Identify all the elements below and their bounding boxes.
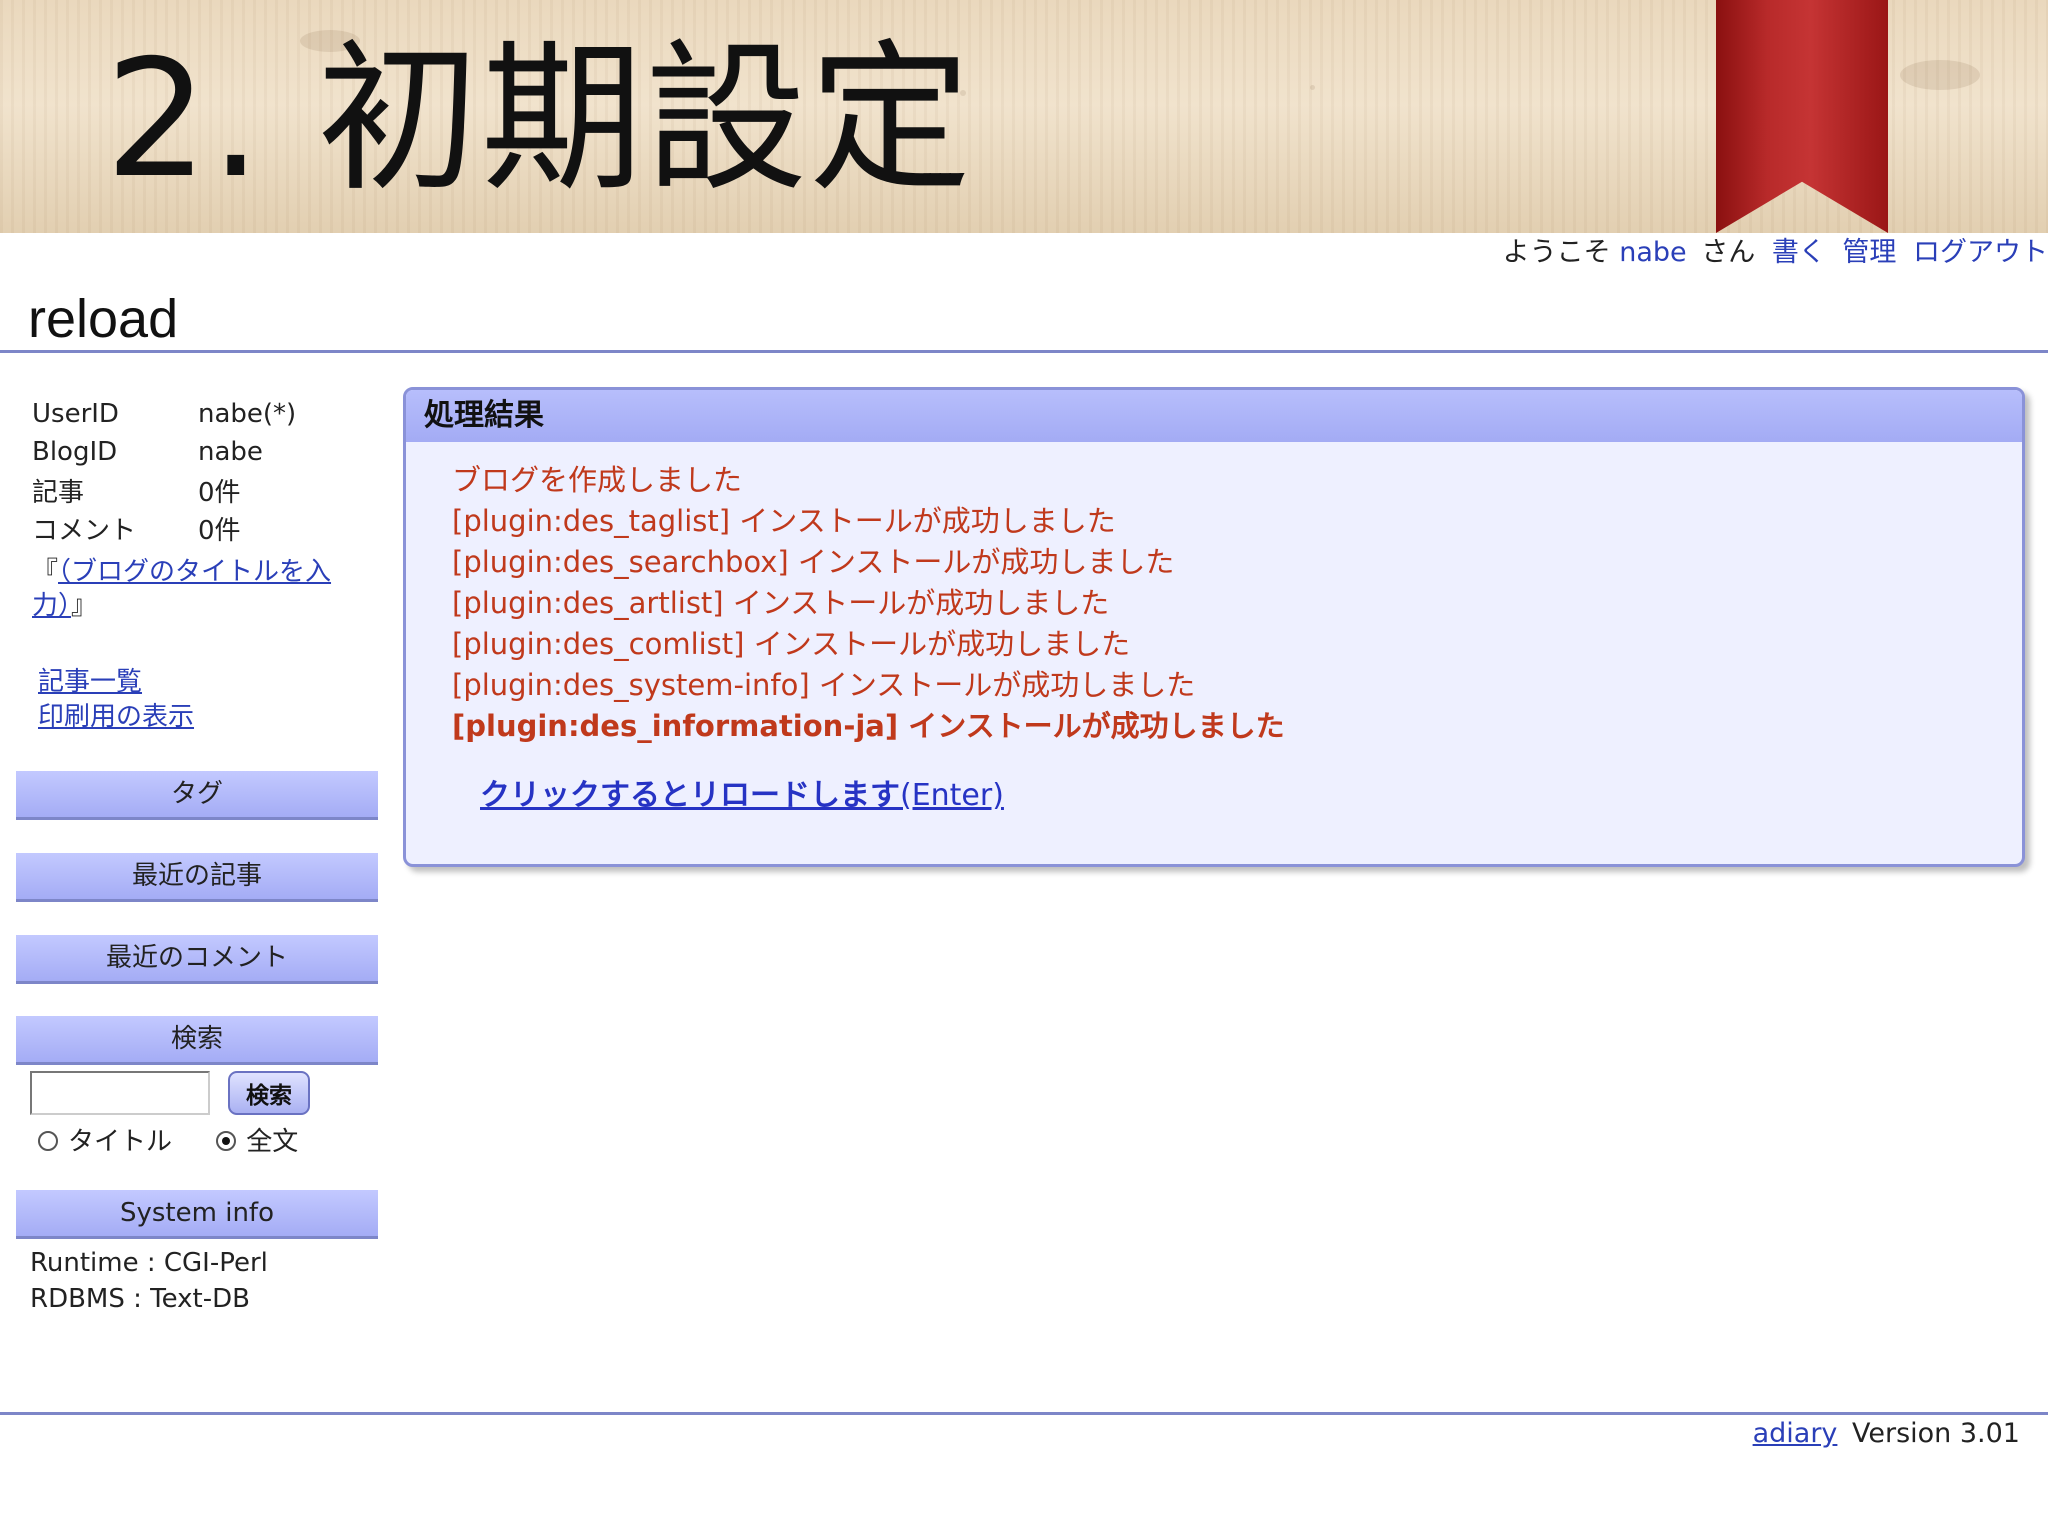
result-message: [plugin:des_comlist] インストールが成功しました [452, 627, 1131, 661]
result-message: [plugin:des_system-info] インストールが成功しました [452, 668, 1196, 702]
info-value: 0件 [198, 515, 241, 546]
blog-name: 『（ブログのタイトルを入力）』 [32, 555, 372, 623]
system-info: Runtime : CGI-Perl RDBMS : Text-DB [30, 1245, 268, 1317]
info-row: BlogID nabe [32, 433, 296, 471]
admin-link[interactable]: 管理 [1842, 237, 1896, 268]
search-input[interactable] [30, 1071, 210, 1115]
result-message: ブログを作成しました [452, 463, 743, 497]
user-bar: ようこそ nabe さん 書く 管理 ログアウト [1495, 230, 2048, 269]
recent-comments-heading[interactable]: 最近のコメント [16, 935, 378, 984]
radio-fulltext-icon[interactable] [216, 1130, 237, 1151]
radio-fulltext-option[interactable]: 全文 [216, 1127, 298, 1157]
slide-banner: 2. 初期設定 [0, 0, 2048, 233]
result-message: [plugin:des_searchbox] インストールが成功しました [452, 545, 1175, 579]
footer-divider [0, 1412, 2048, 1415]
sidebar-links: 記事一覧 印刷用の表示 [38, 665, 194, 735]
bookmark-ribbon [1716, 0, 1888, 233]
info-row: UserID nabe(*) [32, 395, 296, 433]
info-value: nabe(*) [198, 399, 297, 429]
reload-link[interactable]: クリックするとリロードします(Enter) [480, 770, 1004, 814]
blog-name-close: 』 [71, 591, 98, 621]
page-title: reload [28, 289, 179, 349]
write-link[interactable]: 書く [1772, 237, 1826, 268]
result-message-last: [plugin:des_information-ja] インストールが成功しまし… [452, 709, 1285, 743]
info-value: nabe [198, 437, 263, 467]
reload-link-suffix[interactable]: (Enter) [900, 778, 1004, 813]
footer: adiary Version 3.01 [1753, 1418, 2020, 1449]
blog-info-table: UserID nabe(*) BlogID nabe 記事 0件 コメント 0件 [32, 395, 296, 547]
runtime-info: Runtime : CGI-Perl [30, 1248, 268, 1278]
radio-title-option[interactable]: タイトル [38, 1127, 172, 1157]
result-message: [plugin:des_taglist] インストールが成功しました [452, 504, 1116, 538]
user-suffix: さん [1701, 237, 1756, 268]
info-label: コメント [32, 515, 137, 546]
recent-articles-heading[interactable]: 最近の記事 [16, 853, 378, 902]
blog-name-open: 『 [32, 557, 59, 587]
radio-title-icon[interactable] [38, 1130, 58, 1151]
slide-title: 2. 初期設定 [105, 26, 974, 214]
logout-link[interactable]: ログアウト [1913, 237, 2048, 268]
user-link[interactable]: nabe [1619, 237, 1686, 268]
result-message: [plugin:des_artlist] インストールが成功しました [452, 586, 1110, 620]
info-label: 記事 [32, 477, 85, 508]
system-info-heading: System info [16, 1190, 378, 1239]
welcome-text: ようこそ [1502, 237, 1611, 268]
reload-link-text[interactable]: クリックするとリロードします [480, 778, 900, 813]
result-heading: 処理結果 [406, 390, 2022, 442]
info-row: 記事 0件 [32, 471, 296, 509]
radio-title-label: タイトル [68, 1127, 173, 1157]
info-value: 0件 [198, 477, 241, 508]
article-list-link[interactable]: 記事一覧 [38, 665, 194, 700]
version-text: Version 3.01 [1852, 1418, 2020, 1449]
info-label: UserID [32, 399, 119, 429]
radio-fulltext-label: 全文 [246, 1127, 299, 1157]
title-divider [0, 350, 2048, 353]
print-view-link[interactable]: 印刷用の表示 [38, 700, 194, 735]
info-label: BlogID [32, 437, 118, 467]
result-box: 処理結果 ブログを作成しました [plugin:des_taglist] インス… [403, 387, 2025, 867]
rdbms-info: RDBMS : Text-DB [30, 1284, 250, 1314]
search-button[interactable]: 検索 [228, 1071, 310, 1115]
search-heading: 検索 [16, 1016, 378, 1065]
info-row: コメント 0件 [32, 509, 296, 547]
tags-heading[interactable]: タグ [16, 771, 378, 820]
adiary-link[interactable]: adiary [1753, 1418, 1838, 1449]
search-mode: タイトル 全文 [38, 1121, 298, 1158]
result-messages: ブログを作成しました [plugin:des_taglist] インストールが成… [452, 460, 1285, 747]
